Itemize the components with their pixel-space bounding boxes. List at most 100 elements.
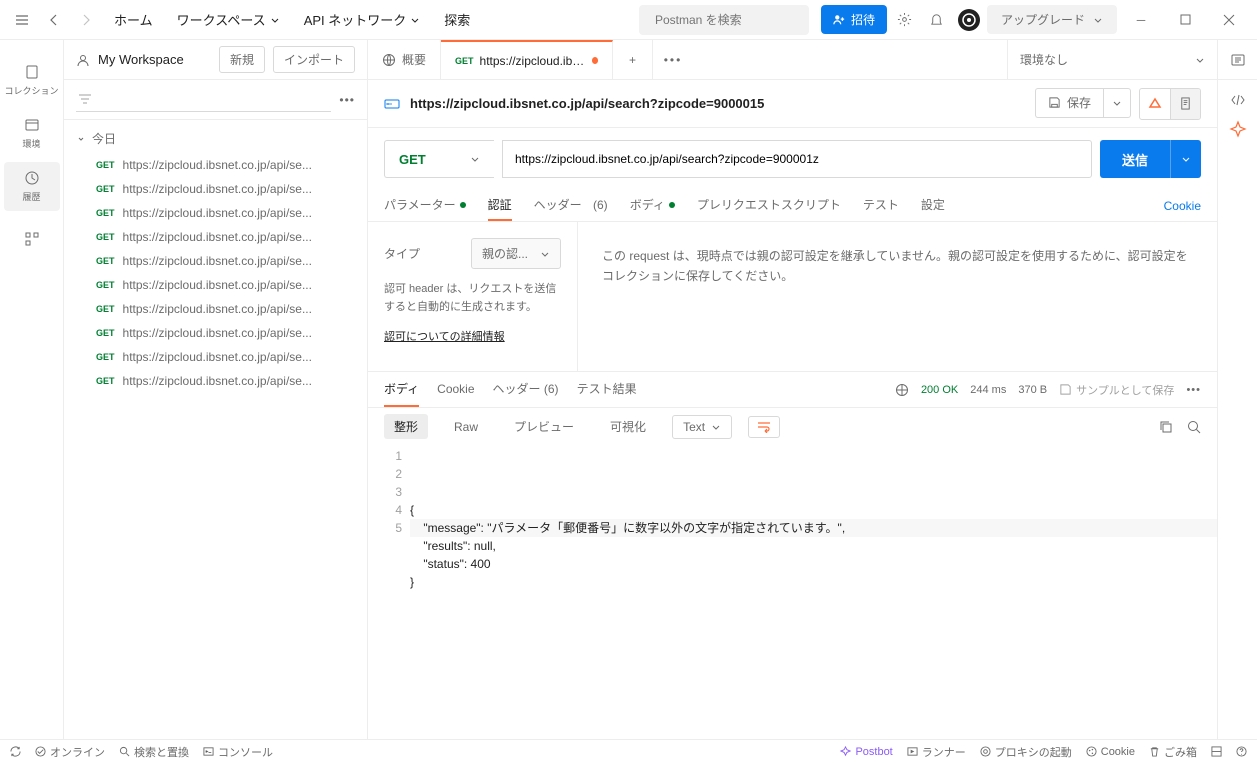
invite-button[interactable]: 招待 <box>821 5 887 34</box>
tab-tests[interactable]: テスト <box>863 190 899 221</box>
foot-sync[interactable] <box>10 746 21 757</box>
tab-headers[interactable]: ヘッダー (6) <box>534 190 608 221</box>
http-icon <box>384 96 400 112</box>
foot-help[interactable] <box>1236 744 1247 760</box>
history-item[interactable]: GEThttps://zipcloud.ibsnet.co.jp/api/se.… <box>64 201 367 225</box>
response-time: 244 ms <box>970 384 1006 396</box>
response-more-icon[interactable]: ••• <box>1186 384 1201 396</box>
environment-quicklook-icon[interactable] <box>1217 40 1257 79</box>
footer: オンライン 検索と置換 コンソール Postbot ランナー プロキシの起動 C… <box>0 739 1257 763</box>
notifications-icon[interactable] <box>923 6 951 34</box>
resp-tab-cookie[interactable]: Cookie <box>437 372 474 407</box>
sidebar-more-icon[interactable]: ••• <box>339 93 355 107</box>
history-item[interactable]: GEThttps://zipcloud.ibsnet.co.jp/api/se.… <box>64 249 367 273</box>
nav-home[interactable]: ホーム <box>104 4 163 35</box>
save-example-button[interactable]: サンプルとして保存 <box>1059 382 1174 398</box>
tab-add-button[interactable]: + <box>613 40 653 79</box>
tab-settings-req[interactable]: 設定 <box>921 190 945 221</box>
avatar-icon[interactable] <box>955 6 983 34</box>
main: 概要 GET https://zipcloud.ibsnet + ••• 環境な… <box>368 40 1257 739</box>
tab-auth[interactable]: 認証 <box>488 190 512 221</box>
request-title: https://zipcloud.ibsnet.co.jp/api/search… <box>410 96 764 111</box>
auth-type-label: タイプ <box>384 245 420 262</box>
view-visualize[interactable]: 可視化 <box>600 414 656 439</box>
import-button[interactable]: インポート <box>273 46 355 73</box>
nav-workspaces[interactable]: ワークスペース <box>167 4 290 35</box>
foot-cookie[interactable]: Cookie <box>1086 744 1135 760</box>
foot-postbot[interactable]: Postbot <box>840 744 892 760</box>
filter-icon[interactable] <box>76 88 331 112</box>
minimize-icon[interactable]: ─ <box>1121 0 1161 40</box>
nav-api-network[interactable]: API ネットワーク <box>294 4 431 35</box>
foot-find[interactable]: 検索と置換 <box>119 744 189 760</box>
tab-more-button[interactable]: ••• <box>653 40 693 79</box>
tab-params[interactable]: パラメーター <box>384 190 466 221</box>
tab-overview[interactable]: 概要 <box>368 40 441 79</box>
send-button[interactable]: 送信 <box>1100 140 1201 178</box>
tab-request[interactable]: GET https://zipcloud.ibsnet <box>441 40 613 79</box>
code-snippet-icon[interactable] <box>1230 92 1246 108</box>
nav-explore[interactable]: 探索 <box>434 4 480 35</box>
ai-icon[interactable] <box>1229 120 1247 138</box>
side-rail: コレクション 環境 履歴 <box>0 40 64 739</box>
format-select[interactable]: Text <box>672 415 732 439</box>
history-item[interactable]: GEThttps://zipcloud.ibsnet.co.jp/api/se.… <box>64 177 367 201</box>
forward-icon[interactable] <box>72 6 100 34</box>
environment-select[interactable]: 環境なし <box>1007 40 1217 79</box>
close-icon[interactable] <box>1209 0 1249 40</box>
back-icon[interactable] <box>40 6 68 34</box>
rail-collections[interactable]: コレクション <box>4 56 60 105</box>
upgrade-button[interactable]: アップグレード <box>987 5 1117 34</box>
foot-panes[interactable] <box>1211 744 1222 760</box>
maximize-icon[interactable] <box>1165 0 1205 40</box>
rail-history[interactable]: 履歴 <box>4 162 60 211</box>
resp-tab-tests[interactable]: テスト結果 <box>577 372 637 407</box>
send-dropdown[interactable] <box>1170 140 1201 178</box>
auth-learn-more-link[interactable]: 認可についての詳細情報 <box>384 328 561 344</box>
search-input[interactable] <box>655 13 810 27</box>
auth-type-select[interactable]: 親の認... <box>471 238 561 269</box>
menu-icon[interactable] <box>8 6 36 34</box>
rail-environments[interactable]: 環境 <box>4 109 60 158</box>
foot-online[interactable]: オンライン <box>35 744 105 760</box>
new-button[interactable]: 新規 <box>219 46 265 73</box>
method-select[interactable]: GET <box>384 140 494 178</box>
docs-icon[interactable] <box>1170 89 1200 119</box>
tab-body[interactable]: ボディ <box>630 190 675 221</box>
global-search[interactable] <box>639 5 809 35</box>
tab-prerequest[interactable]: プレリクエストスクリプト <box>697 190 841 221</box>
rail-more[interactable] <box>4 223 60 255</box>
globe-icon <box>382 53 396 67</box>
breadcrumb: https://zipcloud.ibsnet.co.jp/api/search… <box>368 80 1217 128</box>
save-dropdown[interactable] <box>1103 88 1131 118</box>
view-preview[interactable]: プレビュー <box>504 414 584 439</box>
view-raw[interactable]: Raw <box>444 416 488 438</box>
search-response-icon[interactable] <box>1187 420 1201 434</box>
history-item[interactable]: GEThttps://zipcloud.ibsnet.co.jp/api/se.… <box>64 321 367 345</box>
wrap-toggle[interactable] <box>748 416 780 438</box>
resp-tab-headers[interactable]: ヘッダー (6) <box>493 372 559 407</box>
foot-proxy[interactable]: プロキシの起動 <box>980 744 1072 760</box>
comment-icon[interactable] <box>1140 89 1170 119</box>
history-item[interactable]: GEThttps://zipcloud.ibsnet.co.jp/api/se.… <box>64 225 367 249</box>
url-input[interactable] <box>502 140 1092 178</box>
copy-icon[interactable] <box>1159 420 1173 434</box>
request-tabs: パラメーター 認証 ヘッダー (6) ボディ プレリクエストスクリプト テスト … <box>368 190 1217 222</box>
history-group-today[interactable]: 今日 <box>64 124 367 153</box>
history-item[interactable]: GEThttps://zipcloud.ibsnet.co.jp/api/se.… <box>64 273 367 297</box>
settings-icon[interactable] <box>891 6 919 34</box>
response-size: 370 B <box>1018 384 1047 396</box>
view-pretty[interactable]: 整形 <box>384 414 428 439</box>
foot-trash[interactable]: ごみ箱 <box>1149 744 1197 760</box>
history-item[interactable]: GEThttps://zipcloud.ibsnet.co.jp/api/se.… <box>64 153 367 177</box>
history-item[interactable]: GEThttps://zipcloud.ibsnet.co.jp/api/se.… <box>64 345 367 369</box>
save-button[interactable]: 保存 <box>1035 88 1103 118</box>
foot-console[interactable]: コンソール <box>203 744 273 760</box>
right-rail <box>1217 80 1257 739</box>
resp-tab-body[interactable]: ボディ <box>384 372 419 407</box>
cookie-link[interactable]: Cookie <box>1164 199 1201 213</box>
history-item[interactable]: GEThttps://zipcloud.ibsnet.co.jp/api/se.… <box>64 297 367 321</box>
foot-runner[interactable]: ランナー <box>907 744 966 760</box>
response-editor[interactable]: 12345 { "message": "パラメータ「郵便番号」に数字以外の文字が… <box>368 445 1217 739</box>
history-item[interactable]: GEThttps://zipcloud.ibsnet.co.jp/api/se.… <box>64 369 367 393</box>
